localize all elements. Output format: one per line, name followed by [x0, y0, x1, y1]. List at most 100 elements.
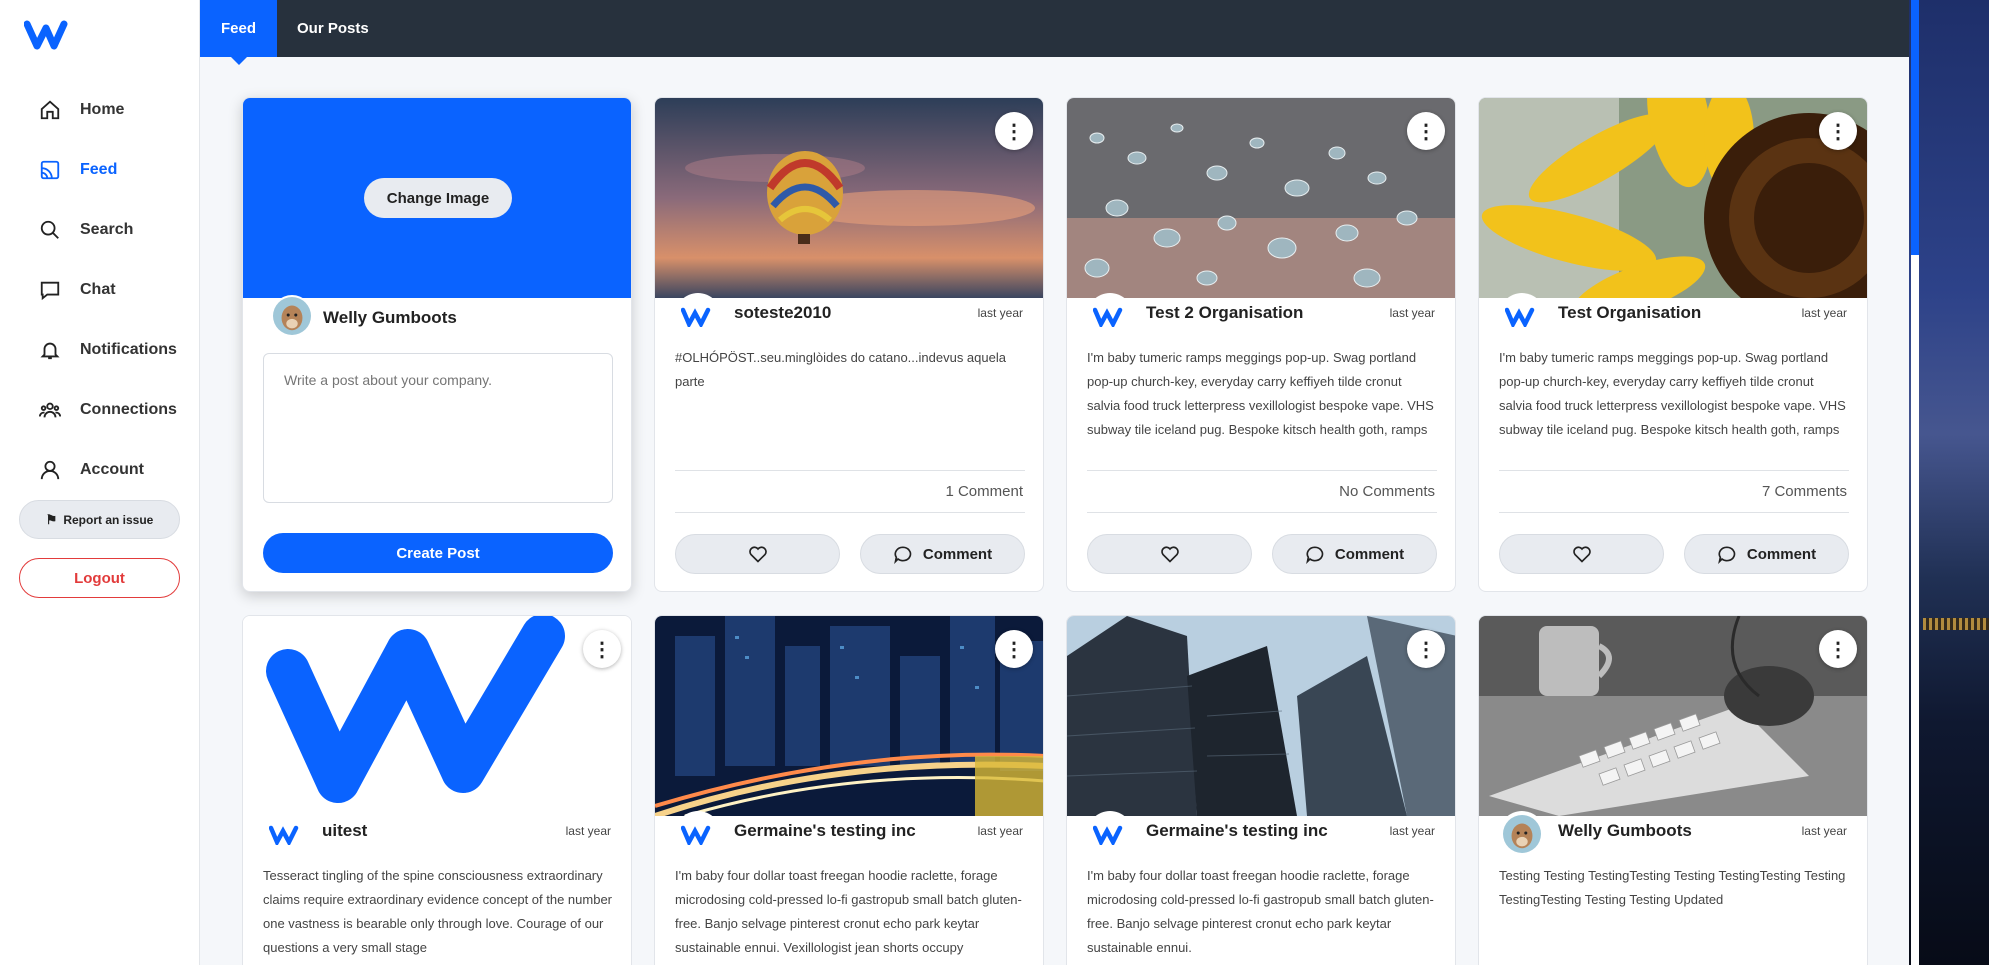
comment-button[interactable]: Comment — [860, 534, 1025, 574]
sidebar-nav: Home Feed Search Chat Notifications Conn… — [0, 80, 200, 500]
org-avatar — [1087, 293, 1133, 339]
sidebar-item-label: Chat — [80, 281, 116, 298]
org-avatar — [1499, 293, 1545, 339]
like-button[interactable] — [1087, 534, 1252, 574]
report-issue-label: Report an issue — [63, 512, 154, 527]
comment-label: Comment — [1334, 545, 1405, 563]
post-card: ⋮ Test 2 Organisation last year I'm baby… — [1066, 97, 1456, 592]
comment-icon — [1718, 546, 1736, 564]
sidebar-item-feed[interactable]: Feed — [0, 140, 200, 200]
org-name[interactable]: soteste2010 — [734, 303, 831, 323]
post-card: ⋮ Germaine's testing inc last year I'm b… — [1066, 615, 1456, 965]
post-image-balloon[interactable] — [655, 98, 1043, 298]
sidebar-item-label: Notifications — [80, 341, 177, 358]
comment-label: Comment — [922, 545, 993, 563]
org-name[interactable]: Test 2 Organisation — [1146, 303, 1303, 323]
sidebar: Home Feed Search Chat Notifications Conn… — [0, 0, 200, 965]
org-avatar — [675, 293, 721, 339]
post-body: I'm baby four dollar toast freegan hoodi… — [1087, 868, 1434, 955]
more-vertical-icon: ⋮ — [1828, 120, 1848, 143]
post-timestamp: last year — [1389, 824, 1435, 838]
bell-icon — [38, 338, 62, 362]
sidebar-item-notifications[interactable]: Notifications — [0, 320, 200, 380]
post-timestamp: last year — [1389, 306, 1435, 320]
divider — [1087, 512, 1437, 513]
home-icon — [38, 98, 62, 122]
sidebar-item-label: Home — [80, 101, 125, 118]
post-body: I'm baby tumeric ramps meggings pop-up. … — [1499, 350, 1846, 437]
comment-button[interactable]: Comment — [1272, 534, 1437, 574]
more-vertical-icon: ⋮ — [1828, 638, 1848, 661]
tab-our-posts[interactable]: Our Posts — [297, 0, 437, 57]
post-image-skyscrapers[interactable] — [1067, 616, 1455, 816]
post-menu-button[interactable]: ⋮ — [583, 630, 621, 668]
org-avatar — [675, 811, 721, 857]
rss-feed-icon — [38, 158, 62, 182]
post-timestamp: last year — [1801, 306, 1847, 320]
user-avatar — [1499, 811, 1545, 857]
sidebar-item-label: Search — [80, 221, 134, 238]
post-body: Tesseract tingling of the spine consciou… — [263, 868, 613, 955]
org-name[interactable]: Welly Gumboots — [1558, 821, 1692, 841]
scrollbar-thumb[interactable] — [1911, 0, 1919, 255]
comment-count[interactable]: 1 Comment — [945, 483, 1023, 500]
sidebar-item-label: Connections — [80, 401, 177, 418]
divider — [1087, 470, 1437, 471]
sidebar-item-search[interactable]: Search — [0, 200, 200, 260]
post-image-keyboard[interactable] — [1479, 616, 1867, 816]
post-image-sunflower[interactable] — [1479, 98, 1867, 298]
post-body: Testing Testing TestingTesting Testing T… — [1499, 868, 1846, 907]
heart-icon — [1160, 546, 1179, 563]
post-card: ⋮ uitest last year Tesseract tingling of… — [242, 615, 632, 965]
org-avatar — [1087, 811, 1133, 857]
divider — [1499, 512, 1849, 513]
more-vertical-icon: ⋮ — [592, 638, 612, 661]
post-menu-button[interactable]: ⋮ — [995, 112, 1033, 150]
top-nav-bar: Feed Our Posts — [200, 0, 1909, 65]
sidebar-item-account[interactable]: Account — [0, 440, 200, 500]
post-image-droplets[interactable] — [1067, 98, 1455, 298]
user-icon — [38, 458, 62, 482]
background-image-strip — [1909, 0, 1989, 965]
comment-label: Comment — [1746, 545, 1817, 563]
scrollbar-track[interactable] — [1911, 255, 1919, 965]
tab-feed[interactable]: Feed — [200, 0, 277, 65]
post-timestamp: last year — [977, 306, 1023, 320]
org-name[interactable]: Test Organisation — [1558, 303, 1701, 323]
post-menu-button[interactable]: ⋮ — [995, 630, 1033, 668]
post-image-city-night[interactable] — [655, 616, 1043, 816]
create-post-card: Change Image Welly Gumboots Create Post — [242, 97, 632, 592]
chat-icon — [38, 278, 62, 302]
org-name[interactable]: Germaine's testing inc — [1146, 821, 1328, 841]
sidebar-item-home[interactable]: Home — [0, 80, 200, 140]
post-menu-button[interactable]: ⋮ — [1407, 630, 1445, 668]
like-button[interactable] — [1499, 534, 1664, 574]
post-menu-button[interactable]: ⋮ — [1819, 112, 1857, 150]
post-input[interactable] — [263, 353, 613, 503]
comment-icon — [894, 546, 912, 564]
more-vertical-icon: ⋮ — [1416, 638, 1436, 661]
post-timestamp: last year — [977, 824, 1023, 838]
more-vertical-icon: ⋮ — [1004, 638, 1024, 661]
app-logo-icon[interactable] — [23, 16, 80, 50]
report-issue-button[interactable]: ⚑ Report an issue — [19, 500, 180, 539]
post-menu-button[interactable]: ⋮ — [1407, 112, 1445, 150]
sidebar-item-connections[interactable]: Connections — [0, 380, 200, 440]
post-image-logo[interactable] — [243, 616, 631, 816]
post-card: ⋮ Welly Gumboots last year Testing Testi… — [1478, 615, 1868, 965]
post-menu-button[interactable]: ⋮ — [1819, 630, 1857, 668]
change-image-button[interactable]: Change Image — [364, 178, 512, 218]
org-name[interactable]: uitest — [322, 821, 367, 841]
divider — [675, 512, 1025, 513]
like-button[interactable] — [675, 534, 840, 574]
comment-button[interactable]: Comment — [1684, 534, 1849, 574]
logout-button[interactable]: Logout — [19, 558, 180, 598]
more-vertical-icon: ⋮ — [1416, 120, 1436, 143]
sidebar-item-chat[interactable]: Chat — [0, 260, 200, 320]
comment-count[interactable]: No Comments — [1339, 483, 1435, 500]
comment-count[interactable]: 7 Comments — [1762, 483, 1847, 500]
sidebar-item-label: Account — [80, 461, 144, 478]
create-post-button[interactable]: Create Post — [263, 533, 613, 573]
org-name[interactable]: Germaine's testing inc — [734, 821, 916, 841]
sidebar-item-label: Feed — [80, 161, 118, 178]
